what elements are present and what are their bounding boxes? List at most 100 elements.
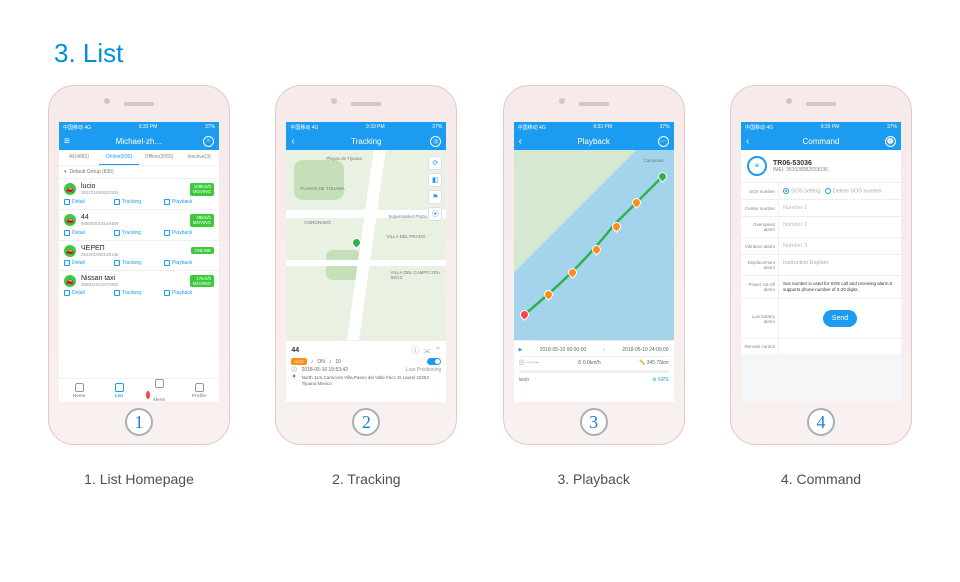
device-row[interactable]: 🚗Nissan taxi35883101187048217km/hMOVINGD… bbox=[59, 270, 219, 301]
map-label: Supermarket Plaza bbox=[388, 214, 426, 219]
search-icon[interactable]: ⌕ bbox=[203, 136, 214, 147]
battery: 37% bbox=[660, 124, 670, 130]
group-header[interactable]: ▾Default Group (830) bbox=[59, 166, 219, 178]
action-tracking[interactable]: Tracking bbox=[114, 290, 164, 296]
device-imei: 868593018149489 bbox=[81, 221, 119, 226]
alert-dot bbox=[146, 391, 150, 399]
home-button-4[interactable]: 4 bbox=[807, 408, 835, 436]
device-row[interactable]: 🚗ЧЕРЕП353201089128136ONLINEDetailTrackin… bbox=[59, 240, 219, 270]
input-placeholder[interactable]: Number 2 bbox=[783, 222, 807, 228]
steering-wheel-icon: ⊕ bbox=[747, 156, 767, 176]
tab-all[interactable]: All(4881) bbox=[59, 150, 99, 165]
nav-profile-label: Profile bbox=[192, 393, 206, 398]
map-label: CORONADO bbox=[304, 220, 331, 225]
send-button[interactable]: Send bbox=[823, 310, 857, 327]
status-badge: 39km/hMOVING bbox=[190, 214, 214, 227]
action-detail[interactable]: Detail bbox=[64, 290, 114, 296]
action-tracking[interactable]: Tracking bbox=[114, 199, 164, 205]
date-from[interactable]: 2018-05-10 00:00:00 bbox=[540, 347, 586, 353]
back-icon[interactable]: ‹ bbox=[746, 136, 749, 147]
device-name: TR06-53036 bbox=[773, 160, 828, 167]
pb-dist: 345.75km bbox=[647, 360, 669, 366]
device-row[interactable]: 🚗lucio353701090042331108km/hMOVINGDetail… bbox=[59, 178, 219, 209]
action-detail[interactable]: Detail bbox=[64, 230, 114, 236]
panel-speed: 10 bbox=[335, 359, 341, 365]
tracking-map[interactable]: Playas de Tijuana PLAYAS DE TIJUANA CORO… bbox=[286, 150, 446, 402]
toggle-switch[interactable] bbox=[427, 358, 441, 365]
tab-offline[interactable]: Offline(2055) bbox=[139, 150, 179, 165]
share-icon[interactable]: ⫘ bbox=[423, 346, 430, 356]
imei-label: IMEI: bbox=[773, 167, 785, 173]
phone-2: 中国移动 4G 9:33 PM 37% ‹ Tracking ◎ Playas … bbox=[275, 85, 457, 487]
status-bar: 中国移动 4G 9:33 PM 37% bbox=[286, 122, 446, 132]
layers-icon[interactable]: ◧ bbox=[428, 173, 442, 187]
options-icon[interactable]: ⋯ bbox=[658, 136, 669, 147]
action-playback[interactable]: Playback bbox=[164, 230, 214, 236]
back-icon[interactable]: ‹ bbox=[291, 136, 294, 147]
home-button-2[interactable]: 2 bbox=[352, 408, 380, 436]
menu-icon[interactable]: ≡ bbox=[64, 136, 70, 147]
history-icon[interactable]: 🕘 bbox=[885, 136, 896, 147]
group-label: Default Group (830) bbox=[70, 169, 114, 175]
home-button-3[interactable]: 3 bbox=[580, 408, 608, 436]
action-playback[interactable]: Playback bbox=[164, 260, 214, 266]
action-detail[interactable]: Detail bbox=[64, 199, 114, 205]
street-icon[interactable]: ⦿ bbox=[428, 207, 442, 221]
cmd-row: Displacement alarm Instruction Explain: bbox=[741, 254, 901, 275]
tab-online[interactable]: Online(830) bbox=[99, 150, 139, 165]
device-name: 44 bbox=[81, 214, 119, 221]
device-name: ЧЕРЕП bbox=[81, 245, 119, 252]
refresh-icon[interactable]: ⟳ bbox=[428, 156, 442, 170]
traffic-icon[interactable]: ⚑ bbox=[428, 190, 442, 204]
chevron-up-icon[interactable]: ⌃ bbox=[435, 346, 442, 355]
phone-4: 中国移动 4G 9:33 PM 37% ‹ Command 🕘 ⊕ TR06-5… bbox=[730, 85, 912, 487]
cmd-row: SOS numberSOS setting Delete SOS number bbox=[741, 182, 901, 199]
action-tracking[interactable]: Tracking bbox=[114, 230, 164, 236]
progress-bar[interactable] bbox=[519, 370, 669, 373]
nav-alerts[interactable]: Alerts bbox=[139, 379, 179, 402]
row-label[interactable]: Power cut-off alarm bbox=[741, 276, 779, 298]
pb-speed: 0.0km/h bbox=[583, 360, 601, 366]
row-label[interactable]: Vibration alarm bbox=[741, 238, 779, 254]
status-time: 9:33 PM bbox=[593, 124, 612, 130]
device-row[interactable]: 🚗4486859301814948939km/hMOVINGDetailTrac… bbox=[59, 209, 219, 240]
row-text: Instruction Explain: bbox=[783, 260, 829, 266]
screen-playback: 中国移动 4G 9:33 PM 37% ‹ Playback ⋯ Campina… bbox=[514, 122, 674, 402]
carrier: 中国移动 4G bbox=[290, 124, 318, 131]
home-button-1[interactable]: 1 bbox=[125, 408, 153, 436]
acc-state: ON bbox=[317, 359, 325, 365]
action-playback[interactable]: Playback bbox=[164, 199, 214, 205]
action-tracking[interactable]: Tracking bbox=[114, 260, 164, 266]
row-label[interactable]: Overspeed alarm bbox=[741, 217, 779, 237]
row-label[interactable]: Remote control bbox=[741, 339, 779, 354]
carrier: 中国移动 4G bbox=[63, 124, 91, 131]
info-icon[interactable]: ⓘ bbox=[411, 345, 419, 356]
input-placeholder[interactable]: Number 3 bbox=[783, 243, 807, 249]
nav-list[interactable]: List bbox=[99, 379, 139, 402]
row-label[interactable]: SOS number bbox=[741, 183, 779, 199]
acc-badge: ACC bbox=[291, 358, 307, 365]
command-body: ⊕ TR06-53036 IMEI: 351608082653036 SOS n… bbox=[741, 150, 901, 402]
input-placeholder[interactable]: Number 1 bbox=[783, 205, 807, 211]
nav-profile[interactable]: Profile bbox=[179, 379, 219, 402]
battery: 37% bbox=[432, 124, 442, 130]
nav-home-label: Home bbox=[73, 393, 86, 398]
play-icon[interactable]: ▶ bbox=[519, 347, 523, 353]
target-icon[interactable]: ◎ bbox=[430, 136, 441, 147]
action-playback[interactable]: Playback bbox=[164, 290, 214, 296]
radio-on[interactable] bbox=[783, 188, 789, 194]
car-icon: 🚗 bbox=[64, 275, 76, 287]
row-label[interactable]: Low battery alarm bbox=[741, 299, 779, 338]
date-to[interactable]: 2018-05-10 24:00:00 bbox=[622, 347, 668, 353]
row-label[interactable]: Center number bbox=[741, 200, 779, 216]
gps-label[interactable]: GPS bbox=[658, 377, 669, 383]
back-icon[interactable]: ‹ bbox=[519, 136, 522, 147]
action-detail[interactable]: Detail bbox=[64, 260, 114, 266]
app-header: ‹ Command 🕘 bbox=[741, 132, 901, 150]
row-label[interactable]: Displacement alarm bbox=[741, 255, 779, 275]
phone-frame: 中国移动 4G 9:33 PM 37% ‹ Tracking ◎ Playas … bbox=[275, 85, 457, 445]
nav-home[interactable]: Home bbox=[59, 379, 99, 402]
tab-inactive[interactable]: Inactive(3) bbox=[179, 150, 219, 165]
playback-map[interactable]: Campinas bbox=[514, 150, 674, 340]
radio-off[interactable] bbox=[825, 188, 831, 194]
